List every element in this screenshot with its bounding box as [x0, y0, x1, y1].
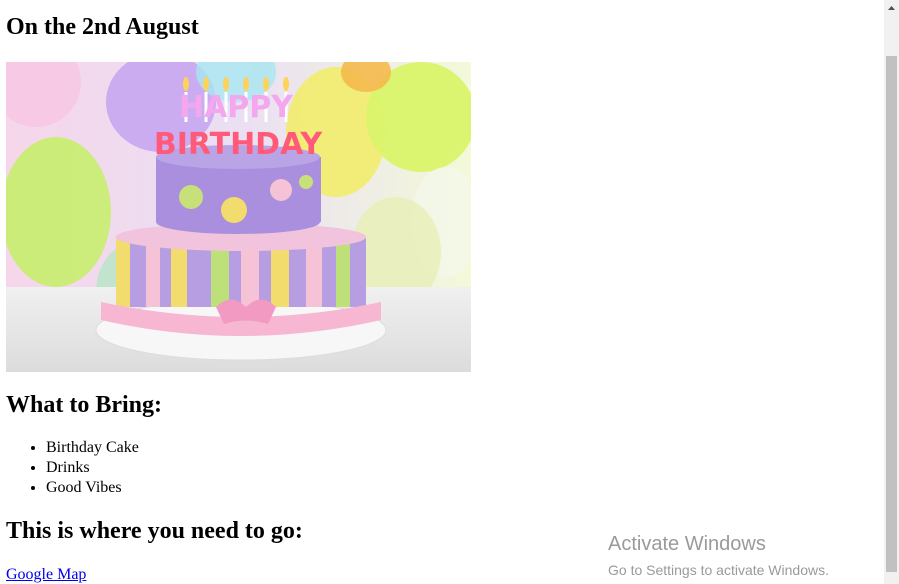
bring-list: Birthday Cake Drinks Good Vibes — [6, 438, 139, 498]
birthday-cake-image: HAPPY BIRTHDAY — [6, 62, 471, 372]
list-item: Good Vibes — [46, 478, 139, 498]
page-heading-date: On the 2nd August — [6, 14, 199, 40]
scroll-up-arrow-icon[interactable] — [884, 0, 899, 17]
section-heading-where-to-go: This is where you need to go: — [6, 518, 303, 544]
google-map-link[interactable]: Google Map — [6, 566, 86, 584]
cake-topper-birthday-text: BIRTHDAY — [154, 127, 324, 162]
vertical-scrollbar[interactable] — [884, 0, 899, 584]
activate-windows-watermark: Activate Windows Go to Settings to activ… — [608, 533, 829, 578]
section-heading-what-to-bring: What to Bring: — [6, 392, 162, 418]
list-item: Birthday Cake — [46, 438, 139, 458]
activate-windows-subtitle: Go to Settings to activate Windows. — [608, 562, 829, 578]
scrollbar-thumb[interactable] — [886, 56, 897, 572]
cake-topper-happy-text: HAPPY — [179, 90, 294, 125]
list-item: Drinks — [46, 458, 139, 478]
activate-windows-title: Activate Windows — [608, 533, 766, 555]
